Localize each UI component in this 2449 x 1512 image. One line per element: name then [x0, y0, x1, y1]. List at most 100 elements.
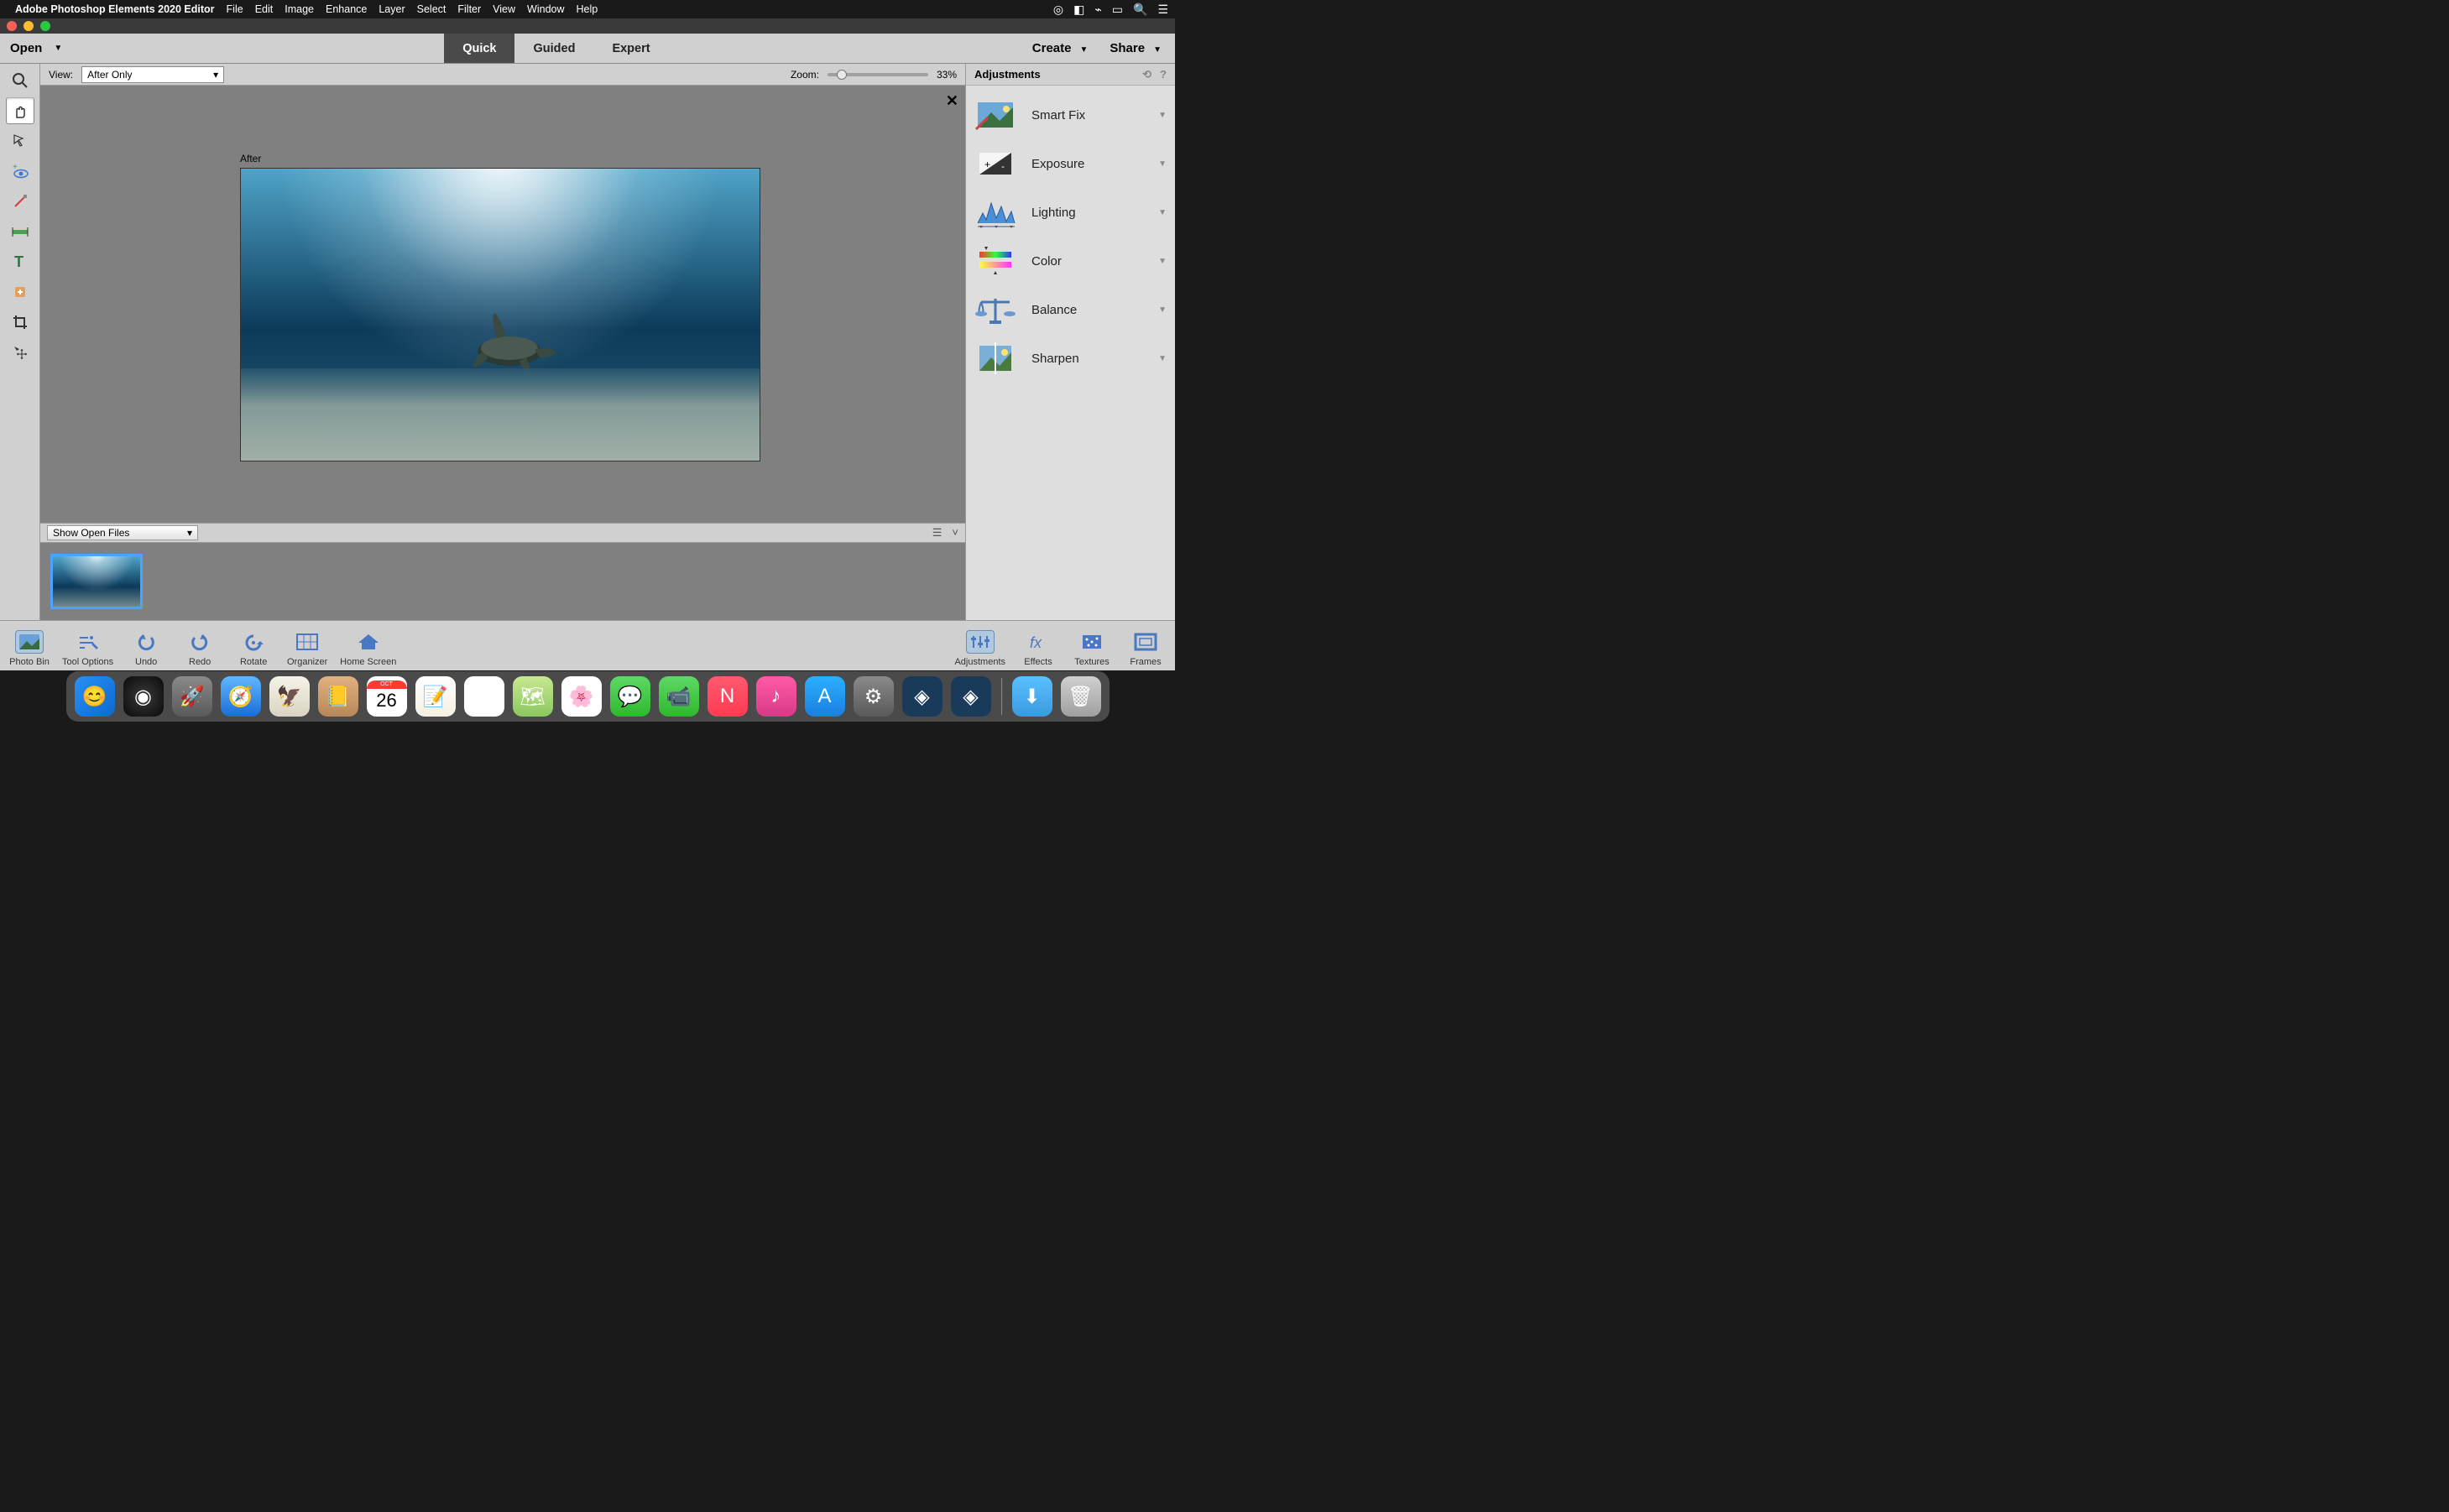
action-tooloptions[interactable]: Tool Options — [62, 630, 113, 667]
help-icon[interactable]: ? — [1160, 68, 1167, 81]
bin-collapse-icon[interactable]: ˅ — [952, 526, 958, 540]
dock-appstore[interactable]: A — [805, 676, 845, 717]
move-tool[interactable] — [6, 339, 34, 366]
zoom-tool[interactable] — [6, 67, 34, 94]
action-textures[interactable]: Textures — [1071, 630, 1113, 667]
action-redo[interactable]: Redo — [179, 630, 221, 667]
control-center-icon[interactable]: ☰ — [1157, 3, 1168, 17]
tab-guided[interactable]: Guided — [514, 34, 593, 63]
balance-icon — [974, 292, 1016, 327]
adjustment-smartfix[interactable]: Smart Fix▼ — [969, 91, 1172, 139]
action-rotate[interactable]: Rotate — [232, 630, 274, 667]
notification-icon[interactable]: ◧ — [1073, 3, 1084, 17]
dock-siri[interactable]: ◉ — [123, 676, 164, 717]
adjustment-color[interactable]: Color▼ — [969, 237, 1172, 285]
window-minimize-button[interactable] — [23, 21, 34, 31]
menu-image[interactable]: Image — [285, 3, 314, 15]
action-frames[interactable]: Frames — [1125, 630, 1167, 667]
menu-select[interactable]: Select — [417, 3, 446, 15]
action-label: Redo — [189, 657, 211, 667]
chevron-down-icon: ▼ — [1158, 354, 1167, 363]
open-menu[interactable]: Open ▼ — [0, 34, 81, 63]
hand-tool[interactable] — [6, 97, 34, 124]
adjustment-balance[interactable]: Balance▼ — [969, 285, 1172, 334]
menu-edit[interactable]: Edit — [255, 3, 274, 15]
view-label: View: — [49, 69, 73, 81]
dock-settings[interactable]: ⚙ — [854, 676, 894, 717]
dock-calendar[interactable]: OCT 26 — [367, 676, 407, 717]
whiten-tool[interactable] — [6, 188, 34, 215]
dock-music[interactable]: ♪ — [756, 676, 796, 717]
photo-bin-thumbnail[interactable] — [50, 554, 143, 609]
create-menu[interactable]: Create▼ — [1032, 41, 1089, 55]
view-select-value: After Only — [87, 69, 132, 81]
effects-icon: fx — [1024, 630, 1052, 654]
dock-mail[interactable]: 🦅 — [269, 676, 310, 717]
tab-expert[interactable]: Expert — [593, 34, 668, 63]
dock-facetime[interactable]: 📹 — [659, 676, 699, 717]
dock-contacts[interactable]: 📒 — [318, 676, 358, 717]
action-organizer[interactable]: Organizer — [286, 630, 328, 667]
tab-quick[interactable]: Quick — [444, 34, 514, 63]
menu-help[interactable]: Help — [577, 3, 598, 15]
action-undo[interactable]: Undo — [125, 630, 167, 667]
type-tool[interactable]: T — [6, 248, 34, 275]
view-select[interactable]: After Only ▾ — [81, 66, 224, 83]
dock-trash[interactable]: 🗑 — [1061, 676, 1101, 717]
spotlight-icon[interactable]: 🔍 — [1133, 3, 1147, 17]
share-menu[interactable]: Share▼ — [1110, 41, 1162, 55]
straighten-tool[interactable] — [6, 218, 34, 245]
zoom-slider-thumb[interactable] — [837, 70, 847, 80]
menu-view[interactable]: View — [493, 3, 515, 15]
adjustment-sharpen[interactable]: Sharpen▼ — [969, 334, 1172, 383]
action-photobin[interactable]: Photo Bin — [8, 630, 50, 667]
adjustment-label: Color — [1031, 254, 1158, 269]
creative-cloud-icon[interactable]: ◎ — [1053, 3, 1063, 17]
dock-photos[interactable]: 🌸 — [561, 676, 602, 717]
adjustment-lighting[interactable]: Lighting▼ — [969, 188, 1172, 237]
window-zoom-button[interactable] — [40, 21, 50, 31]
dock-reminders[interactable]: ☑ — [464, 676, 504, 717]
canvas-area[interactable]: ✕ After — [40, 86, 965, 523]
spot-heal-tool[interactable] — [6, 279, 34, 305]
dock-launchpad[interactable]: 🚀 — [172, 676, 212, 717]
menu-layer[interactable]: Layer — [379, 3, 405, 15]
menu-enhance[interactable]: Enhance — [326, 3, 367, 15]
menu-file[interactable]: File — [227, 3, 243, 15]
document-image[interactable] — [240, 168, 760, 461]
adjustment-exposure[interactable]: +-Exposure▼ — [969, 139, 1172, 188]
action-home[interactable]: Home Screen — [340, 630, 396, 667]
dock-safari[interactable]: 🧭 — [221, 676, 261, 717]
redeye-tool[interactable]: + — [6, 158, 34, 185]
menu-filter[interactable]: Filter — [457, 3, 481, 15]
dock-news[interactable]: N — [708, 676, 748, 717]
action-adjustments[interactable]: Adjustments — [954, 630, 1005, 667]
photo-bin-strip — [40, 543, 965, 620]
redo-icon — [185, 630, 214, 654]
action-label: Photo Bin — [9, 657, 50, 667]
window-close-button[interactable] — [7, 21, 17, 31]
dock-wrap: 😊 ◉ 🚀 🧭 🦅 📒 OCT 26 📝 ☑ 🗺 🌸 💬 📹 N ♪ A ⚙ ◈… — [0, 670, 1175, 725]
crop-tool[interactable] — [6, 309, 34, 336]
dock-downloads[interactable]: ⬇ — [1012, 676, 1052, 717]
zoom-slider[interactable] — [828, 73, 928, 76]
bin-list-icon[interactable]: ☰ — [932, 526, 943, 540]
dock-pse-organizer[interactable]: ◈ — [902, 676, 943, 717]
dock-messages[interactable]: 💬 — [610, 676, 650, 717]
menu-window[interactable]: Window — [527, 3, 564, 15]
menubar-app-name[interactable]: Adobe Photoshop Elements 2020 Editor — [15, 3, 215, 15]
adjustment-label: Sharpen — [1031, 352, 1158, 366]
reset-icon[interactable]: ⟲ — [1142, 68, 1151, 81]
home-icon — [354, 630, 383, 654]
action-effects[interactable]: fxEffects — [1017, 630, 1059, 667]
photo-bin-select[interactable]: Show Open Files ▾ — [47, 525, 198, 540]
display-icon[interactable]: ▭ — [1112, 3, 1123, 17]
dock-maps[interactable]: 🗺 — [513, 676, 553, 717]
dock-finder[interactable]: 😊 — [75, 676, 115, 717]
adjustment-label: Balance — [1031, 303, 1158, 317]
bluetooth-icon[interactable]: ⌁ — [1094, 3, 1101, 17]
quick-select-tool[interactable] — [6, 128, 34, 154]
dock-pse-editor[interactable]: ◈ — [951, 676, 991, 717]
close-document-button[interactable]: ✕ — [946, 92, 958, 110]
dock-notes[interactable]: 📝 — [415, 676, 456, 717]
